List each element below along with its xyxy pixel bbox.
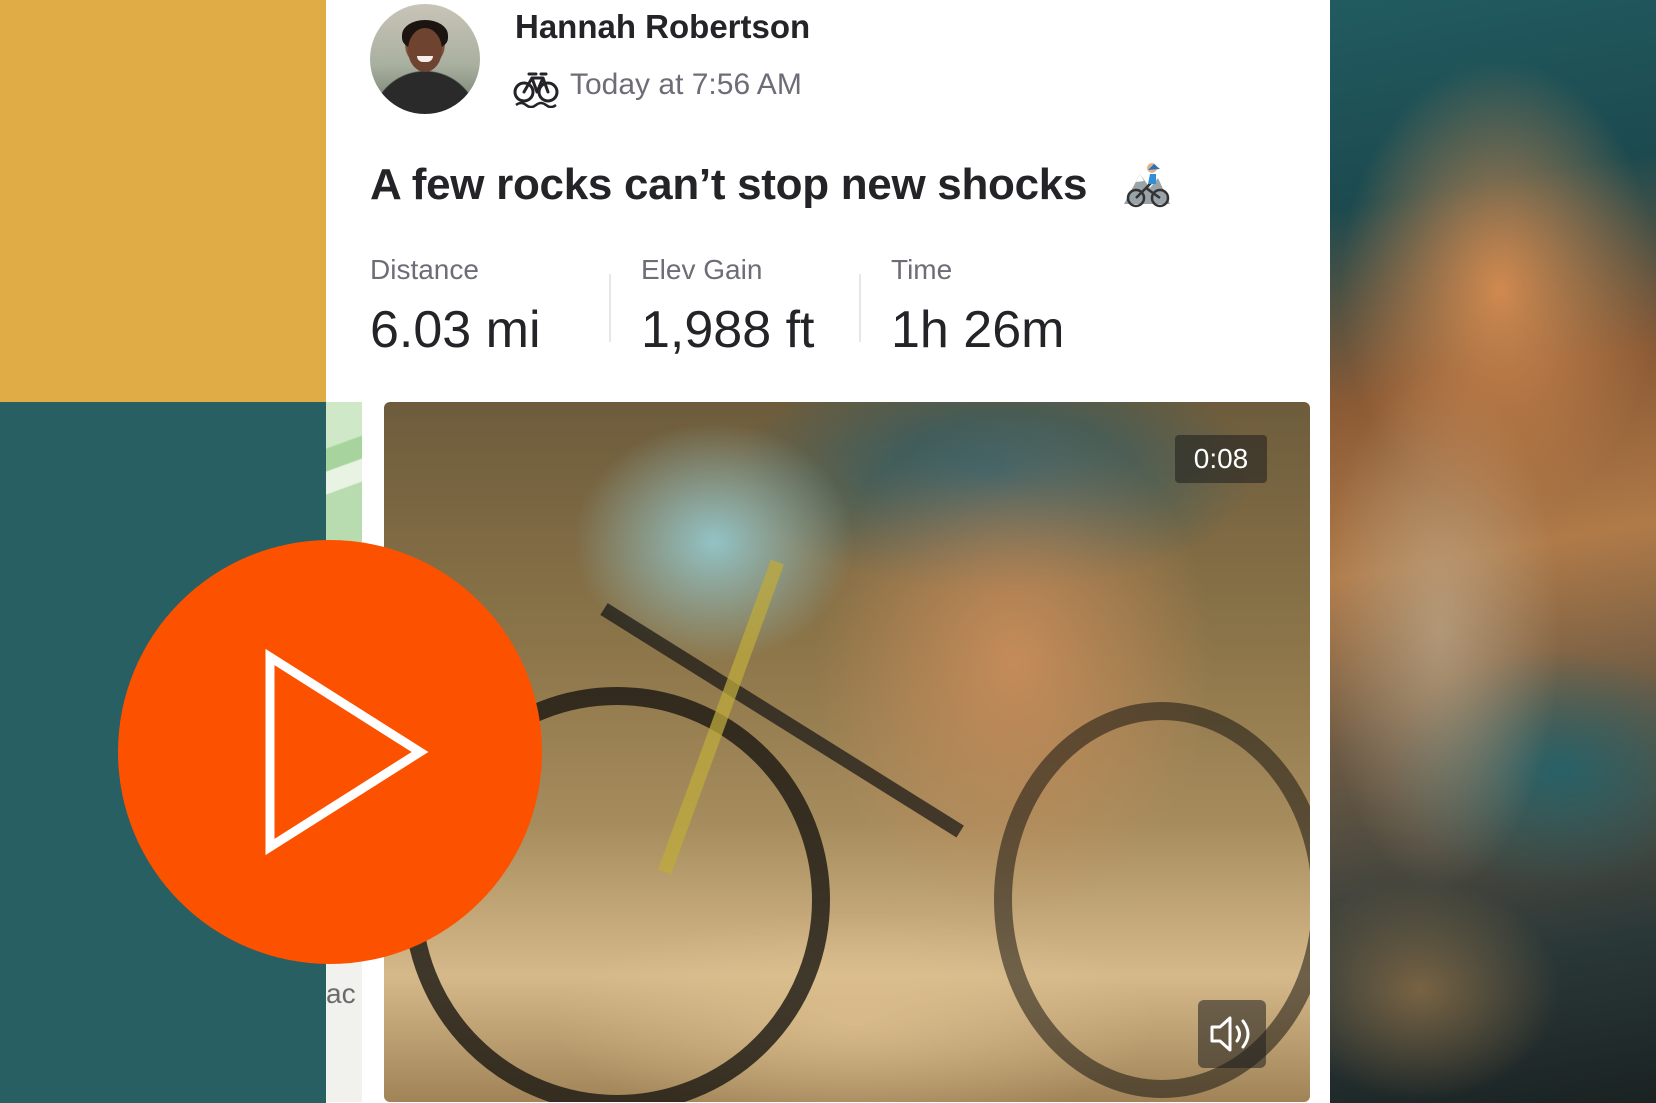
stat-value: 1,988 ft — [641, 301, 815, 359]
activity-title[interactable]: A few rocks can’t stop new shocks — [370, 160, 1087, 210]
stat-label: Elev Gain — [641, 254, 763, 285]
stat-divider — [859, 274, 861, 342]
stat-time: Time 1h 26m — [891, 254, 1064, 360]
stat-label: Time — [891, 254, 953, 285]
background-panel-mustard — [0, 0, 326, 402]
play-button[interactable] — [118, 540, 542, 964]
stat-value: 1h 26m — [891, 301, 1065, 359]
bike-icon — [513, 72, 559, 108]
map-label: ac — [326, 978, 356, 1009]
stat-elev-gain: Elev Gain 1,988 ft — [641, 254, 814, 360]
video-duration: 0:08 — [1175, 435, 1267, 483]
play-icon — [265, 648, 429, 856]
mute-button[interactable] — [1198, 1000, 1266, 1068]
stat-divider — [609, 274, 611, 342]
stat-value: 6.03 mi — [370, 301, 541, 359]
stat-distance: Distance 6.03 mi — [370, 254, 541, 360]
activity-timestamp: Today at 7:56 AM — [570, 68, 802, 101]
avatar[interactable] — [370, 4, 480, 114]
athlete-name[interactable]: Hannah Robertson — [515, 8, 810, 46]
mountain-biker-emoji — [1124, 163, 1170, 208]
stat-label: Distance — [370, 254, 479, 285]
background-photo — [1330, 0, 1656, 1103]
speaker-icon — [1210, 1016, 1250, 1052]
map-road — [326, 402, 362, 542]
